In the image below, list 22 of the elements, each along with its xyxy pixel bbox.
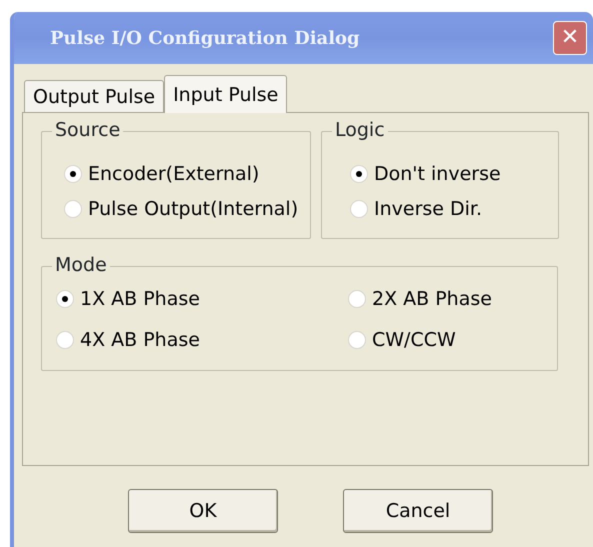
- option-label[interactable]: CW/CCW: [372, 328, 456, 352]
- option-label[interactable]: 1X AB Phase: [80, 287, 200, 311]
- window-title: Pulse I/O Configuration Dialog: [50, 26, 361, 50]
- option-label[interactable]: Inverse Dir.: [374, 197, 482, 221]
- close-button[interactable]: ✕: [553, 21, 587, 55]
- option-label[interactable]: 4X AB Phase: [80, 328, 200, 352]
- radio-button[interactable]: [64, 200, 82, 218]
- radio-button[interactable]: [350, 165, 368, 183]
- radio-button[interactable]: [56, 331, 74, 349]
- tab[interactable]: Input Pulse: [164, 75, 288, 113]
- option-label[interactable]: 2X AB Phase: [372, 287, 492, 311]
- option-label[interactable]: Don't inverse: [374, 162, 501, 186]
- radio-button[interactable]: [64, 165, 82, 183]
- radio-button[interactable]: [56, 290, 74, 308]
- option-label[interactable]: Pulse Output(Internal): [88, 197, 298, 221]
- option-label[interactable]: Encoder(External): [88, 162, 260, 186]
- radio-button[interactable]: [350, 200, 368, 218]
- radio-button[interactable]: [348, 290, 366, 308]
- radio-button[interactable]: [348, 331, 366, 349]
- dialog-button[interactable]: Cancel: [343, 489, 493, 533]
- tab[interactable]: Output Pulse: [24, 80, 164, 112]
- dialog-button[interactable]: OK: [128, 489, 278, 533]
